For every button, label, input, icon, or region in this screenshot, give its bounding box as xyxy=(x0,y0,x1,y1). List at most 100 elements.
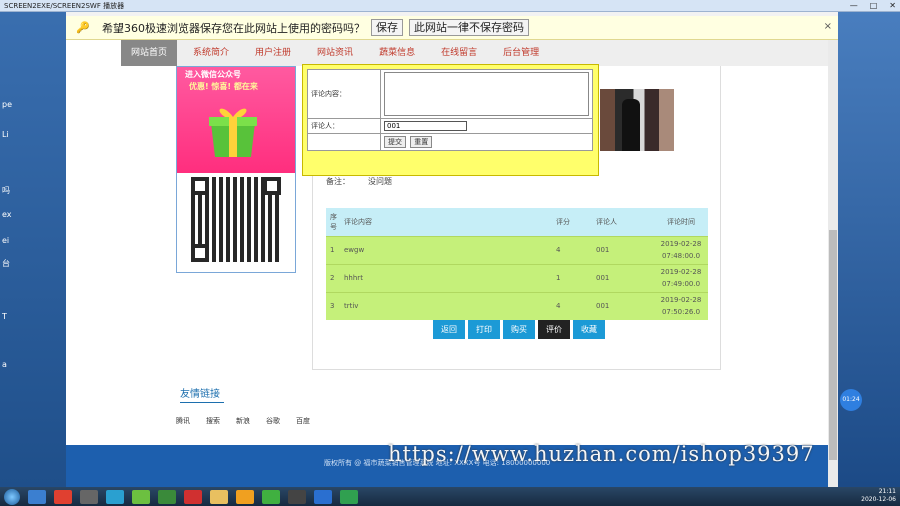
commenter-input[interactable] xyxy=(384,121,467,131)
chrome-icon[interactable] xyxy=(54,489,72,504)
gift-box-icon xyxy=(209,108,257,157)
password-save-message: 希望360极速浏览器保存您在此网站上使用的密码吗？ xyxy=(102,21,365,35)
row-time: 2019-02-28 07:50:26.0 xyxy=(650,291,708,320)
window-title: SCREEN2EXE/SCREEN2SWF 播放器 xyxy=(4,2,125,10)
save-password-button[interactable]: 保存 xyxy=(371,19,403,36)
row-content: trtiv xyxy=(340,291,552,320)
sidebar: 进入微信公众号 优惠! 惊喜! 都在来 xyxy=(176,66,296,273)
system-tray-clock[interactable]: 21:11 2020-12-06 xyxy=(861,488,896,504)
tray-time: 21:11 xyxy=(878,488,896,495)
row-no: 1 xyxy=(326,235,340,264)
desktop-label: 台 xyxy=(2,259,10,268)
row-user: 001 xyxy=(592,235,650,264)
media-icon[interactable] xyxy=(80,489,98,504)
player-icon[interactable] xyxy=(340,489,358,504)
comment-button[interactable]: 评价 xyxy=(538,320,570,339)
header-content: 评论内容 xyxy=(340,208,552,236)
desktop-left: pe Li 吗 ex ei 台 T a xyxy=(0,0,66,487)
link-sohu[interactable]: 搜索 xyxy=(206,416,220,426)
never-save-password-button[interactable]: 此网站一律不保存密码 xyxy=(409,19,529,36)
remark-value: 没问题 xyxy=(368,177,392,186)
row-content: ewgw xyxy=(340,235,552,264)
row-no: 3 xyxy=(326,291,340,320)
link-baidu[interactable]: 百度 xyxy=(296,416,310,426)
link-tencent[interactable]: 腾讯 xyxy=(176,416,190,426)
table-row: 3 trtiv 4 001 2019-02-28 07:50:26.0 xyxy=(326,291,708,320)
row-date: 2019-02-28 xyxy=(660,240,702,248)
remark-label: 备注： xyxy=(326,177,350,186)
link-sina[interactable]: 新浪 xyxy=(236,416,250,426)
print-button[interactable]: 打印 xyxy=(468,320,500,339)
back-button[interactable]: 返回 xyxy=(433,320,465,339)
page-scrollbar[interactable] xyxy=(828,40,838,487)
scroll-thumb[interactable] xyxy=(829,230,837,460)
friend-links: 腾讯 搜索 新浪 谷歌 百度 xyxy=(176,416,310,426)
maximize-button[interactable]: □ xyxy=(870,1,878,10)
row-score: 4 xyxy=(552,291,592,320)
desktop-right xyxy=(838,0,900,487)
minimize-button[interactable]: — xyxy=(850,1,858,10)
web-page: 网站首页 系统简介 用户注册 网站资讯 蔬菜信息 在线留言 后台管理 进入微信公… xyxy=(66,40,838,487)
folder-icon[interactable] xyxy=(210,489,228,504)
wechat-icon[interactable] xyxy=(262,489,280,504)
comment-form-popup: 评论内容： 评论人： 提交 重置 xyxy=(302,64,599,176)
comment-textarea[interactable] xyxy=(384,72,589,116)
nav-item-vegetables[interactable]: 蔬菜信息 xyxy=(369,40,425,66)
desktop-label: Li xyxy=(2,130,9,139)
commenter-label: 评论人： xyxy=(307,118,381,134)
comment-form: 评论内容： 评论人： 提交 重置 xyxy=(307,69,593,151)
row-no: 2 xyxy=(326,263,340,292)
nav-item-intro[interactable]: 系统简介 xyxy=(183,40,239,66)
close-window-button[interactable]: ✕ xyxy=(889,1,896,10)
recorder-icon[interactable] xyxy=(288,489,306,504)
links-title: 友情链接 xyxy=(180,385,224,403)
row-time: 2019-02-28 07:48:00.0 xyxy=(650,235,708,264)
desktop-label: T xyxy=(2,312,7,321)
row-score: 4 xyxy=(552,235,592,264)
ie-icon[interactable] xyxy=(28,489,46,504)
nav-item-news[interactable]: 网站资讯 xyxy=(307,40,363,66)
float-badge[interactable]: 01:24 xyxy=(840,389,862,411)
app-icon[interactable] xyxy=(132,489,150,504)
promo-banner: 进入微信公众号 优惠! 惊喜! 都在来 xyxy=(177,67,295,173)
row-clock: 07:50:26.0 xyxy=(661,308,701,317)
favorite-button[interactable]: 收藏 xyxy=(573,320,605,339)
qq-icon[interactable] xyxy=(236,489,254,504)
desktop-label: pe xyxy=(2,100,12,109)
product-image xyxy=(600,89,674,151)
browser-icon[interactable] xyxy=(106,489,124,504)
reset-button[interactable]: 重置 xyxy=(410,136,433,148)
submit-button[interactable]: 提交 xyxy=(384,136,406,148)
excel-icon[interactable] xyxy=(158,489,176,504)
nav-item-register[interactable]: 用户注册 xyxy=(245,40,301,66)
nav-item-admin[interactable]: 后台管理 xyxy=(493,40,549,66)
header-time: 评论时间 xyxy=(650,208,708,236)
desktop-label: ei xyxy=(2,236,10,245)
row-user: 001 xyxy=(592,263,650,292)
table-row: 1 ewgw 4 001 2019-02-28 07:48:00.0 xyxy=(326,235,708,264)
main-nav: 网站首页 系统简介 用户注册 网站资讯 蔬菜信息 在线留言 后台管理 xyxy=(121,40,828,66)
desktop-label: ex xyxy=(2,210,12,219)
link-google[interactable]: 谷歌 xyxy=(266,416,280,426)
start-button[interactable] xyxy=(4,488,20,505)
row-date: 2019-02-28 xyxy=(660,296,702,305)
header-no: 序号 xyxy=(326,208,340,236)
password-save-bar: 🔑 希望360极速浏览器保存您在此网站上使用的密码吗？ 保存 此网站一律不保存密… xyxy=(66,16,838,40)
content-label: 评论内容： xyxy=(307,69,381,119)
window-titlebar: SCREEN2EXE/SCREEN2SWF 播放器 — □ ✕ xyxy=(0,0,900,12)
promo-subtitle: 优惠! 惊喜! 都在来 xyxy=(189,82,258,91)
desktop-label: 吗 xyxy=(2,186,10,195)
row-clock: 07:48:00.0 xyxy=(661,252,701,260)
desktop-label: a xyxy=(2,360,7,369)
qr-code xyxy=(191,177,281,262)
watermark: https://www.huzhan.com/ishop39397 xyxy=(388,442,815,466)
close-icon[interactable]: × xyxy=(824,21,832,32)
key-icon: 🔑 xyxy=(76,20,90,34)
nav-item-home[interactable]: 网站首页 xyxy=(121,40,178,66)
tray-date: 2020-12-06 xyxy=(861,496,896,503)
editor-icon[interactable] xyxy=(314,489,332,504)
buy-button[interactable]: 购买 xyxy=(503,320,535,339)
flash-icon[interactable] xyxy=(184,489,202,504)
table-row: 2 hhhrt 1 001 2019-02-28 07:49:00.0 xyxy=(326,263,708,292)
nav-item-messages[interactable]: 在线留言 xyxy=(431,40,487,66)
